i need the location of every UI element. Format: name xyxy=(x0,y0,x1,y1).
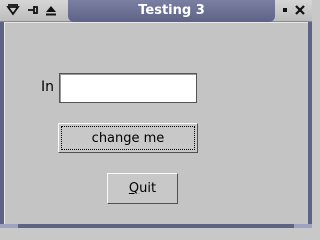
eject-icon[interactable] xyxy=(44,3,58,17)
window-title: Testing 3 xyxy=(68,0,275,22)
small-square-icon[interactable] xyxy=(278,3,292,17)
title-bar[interactable]: Testing 3 xyxy=(0,0,312,22)
in-label: In xyxy=(41,79,55,95)
quit-label: Quit xyxy=(128,181,157,196)
client-area: In change me Quit xyxy=(4,22,308,224)
app-window: Testing 3 In change me Quit xyxy=(0,0,312,228)
pin-icon[interactable] xyxy=(26,3,40,17)
in-entry[interactable] xyxy=(59,73,197,103)
resize-handle-right[interactable] xyxy=(294,224,312,228)
close-icon[interactable] xyxy=(293,3,307,17)
change-me-button[interactable]: change me xyxy=(58,123,198,153)
quit-button[interactable]: Quit xyxy=(107,173,178,204)
triangle-down-icon[interactable] xyxy=(6,3,20,17)
resize-handle-left[interactable] xyxy=(0,224,18,228)
